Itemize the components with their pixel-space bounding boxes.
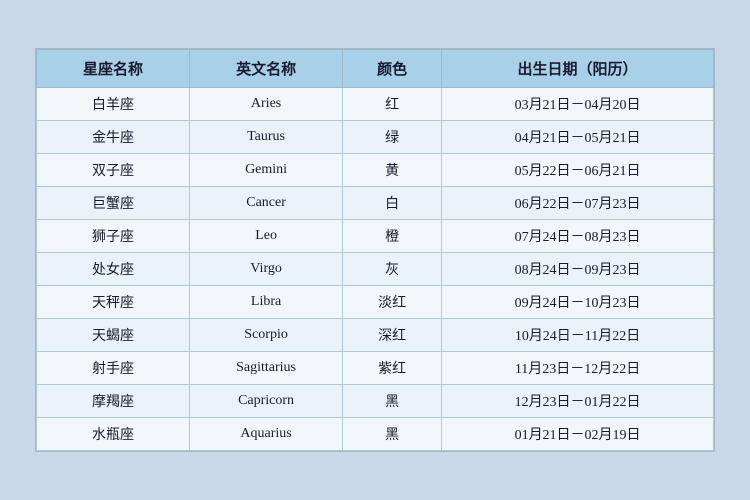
header-col-3: 出生日期（阳历） <box>442 50 714 88</box>
cell-r5-c1: Virgo <box>190 253 343 286</box>
table-row: 狮子座Leo橙07月24日－08月23日 <box>37 220 714 253</box>
cell-r5-c2: 灰 <box>343 253 442 286</box>
cell-r1-c3: 04月21日－05月21日 <box>442 121 714 154</box>
cell-r6-c2: 淡红 <box>343 286 442 319</box>
cell-r7-c2: 深红 <box>343 319 442 352</box>
cell-r4-c0: 狮子座 <box>37 220 190 253</box>
cell-r3-c3: 06月22日－07月23日 <box>442 187 714 220</box>
cell-r0-c2: 红 <box>343 88 442 121</box>
zodiac-table: 星座名称英文名称颜色出生日期（阳历） 白羊座Aries红03月21日－04月20… <box>36 49 714 451</box>
cell-r8-c3: 11月23日－12月22日 <box>442 352 714 385</box>
cell-r2-c1: Gemini <box>190 154 343 187</box>
table-header-row: 星座名称英文名称颜色出生日期（阳历） <box>37 50 714 88</box>
header-col-2: 颜色 <box>343 50 442 88</box>
table-row: 射手座Sagittarius紫红11月23日－12月22日 <box>37 352 714 385</box>
cell-r10-c0: 水瓶座 <box>37 418 190 451</box>
cell-r6-c0: 天秤座 <box>37 286 190 319</box>
cell-r2-c0: 双子座 <box>37 154 190 187</box>
header-col-0: 星座名称 <box>37 50 190 88</box>
cell-r6-c3: 09月24日－10月23日 <box>442 286 714 319</box>
cell-r1-c0: 金牛座 <box>37 121 190 154</box>
table-row: 白羊座Aries红03月21日－04月20日 <box>37 88 714 121</box>
cell-r5-c3: 08月24日－09月23日 <box>442 253 714 286</box>
cell-r8-c1: Sagittarius <box>190 352 343 385</box>
cell-r1-c2: 绿 <box>343 121 442 154</box>
cell-r0-c0: 白羊座 <box>37 88 190 121</box>
cell-r0-c3: 03月21日－04月20日 <box>442 88 714 121</box>
cell-r8-c0: 射手座 <box>37 352 190 385</box>
table-row: 金牛座Taurus绿04月21日－05月21日 <box>37 121 714 154</box>
cell-r7-c0: 天蝎座 <box>37 319 190 352</box>
cell-r2-c3: 05月22日－06月21日 <box>442 154 714 187</box>
cell-r7-c3: 10月24日－11月22日 <box>442 319 714 352</box>
cell-r8-c2: 紫红 <box>343 352 442 385</box>
cell-r5-c0: 处女座 <box>37 253 190 286</box>
table-row: 摩羯座Capricorn黑12月23日－01月22日 <box>37 385 714 418</box>
cell-r6-c1: Libra <box>190 286 343 319</box>
table-body: 白羊座Aries红03月21日－04月20日金牛座Taurus绿04月21日－0… <box>37 88 714 451</box>
header-col-1: 英文名称 <box>190 50 343 88</box>
cell-r1-c1: Taurus <box>190 121 343 154</box>
table-row: 天秤座Libra淡红09月24日－10月23日 <box>37 286 714 319</box>
table-row: 巨蟹座Cancer白06月22日－07月23日 <box>37 187 714 220</box>
cell-r10-c1: Aquarius <box>190 418 343 451</box>
cell-r3-c0: 巨蟹座 <box>37 187 190 220</box>
cell-r0-c1: Aries <box>190 88 343 121</box>
table-row: 处女座Virgo灰08月24日－09月23日 <box>37 253 714 286</box>
table-row: 天蝎座Scorpio深红10月24日－11月22日 <box>37 319 714 352</box>
cell-r3-c1: Cancer <box>190 187 343 220</box>
cell-r4-c2: 橙 <box>343 220 442 253</box>
cell-r2-c2: 黄 <box>343 154 442 187</box>
cell-r9-c2: 黑 <box>343 385 442 418</box>
table-row: 双子座Gemini黄05月22日－06月21日 <box>37 154 714 187</box>
cell-r9-c0: 摩羯座 <box>37 385 190 418</box>
cell-r4-c1: Leo <box>190 220 343 253</box>
cell-r7-c1: Scorpio <box>190 319 343 352</box>
cell-r9-c3: 12月23日－01月22日 <box>442 385 714 418</box>
table-row: 水瓶座Aquarius黑01月21日－02月19日 <box>37 418 714 451</box>
cell-r10-c2: 黑 <box>343 418 442 451</box>
cell-r4-c3: 07月24日－08月23日 <box>442 220 714 253</box>
cell-r10-c3: 01月21日－02月19日 <box>442 418 714 451</box>
cell-r9-c1: Capricorn <box>190 385 343 418</box>
cell-r3-c2: 白 <box>343 187 442 220</box>
zodiac-table-container: 星座名称英文名称颜色出生日期（阳历） 白羊座Aries红03月21日－04月20… <box>35 48 715 452</box>
